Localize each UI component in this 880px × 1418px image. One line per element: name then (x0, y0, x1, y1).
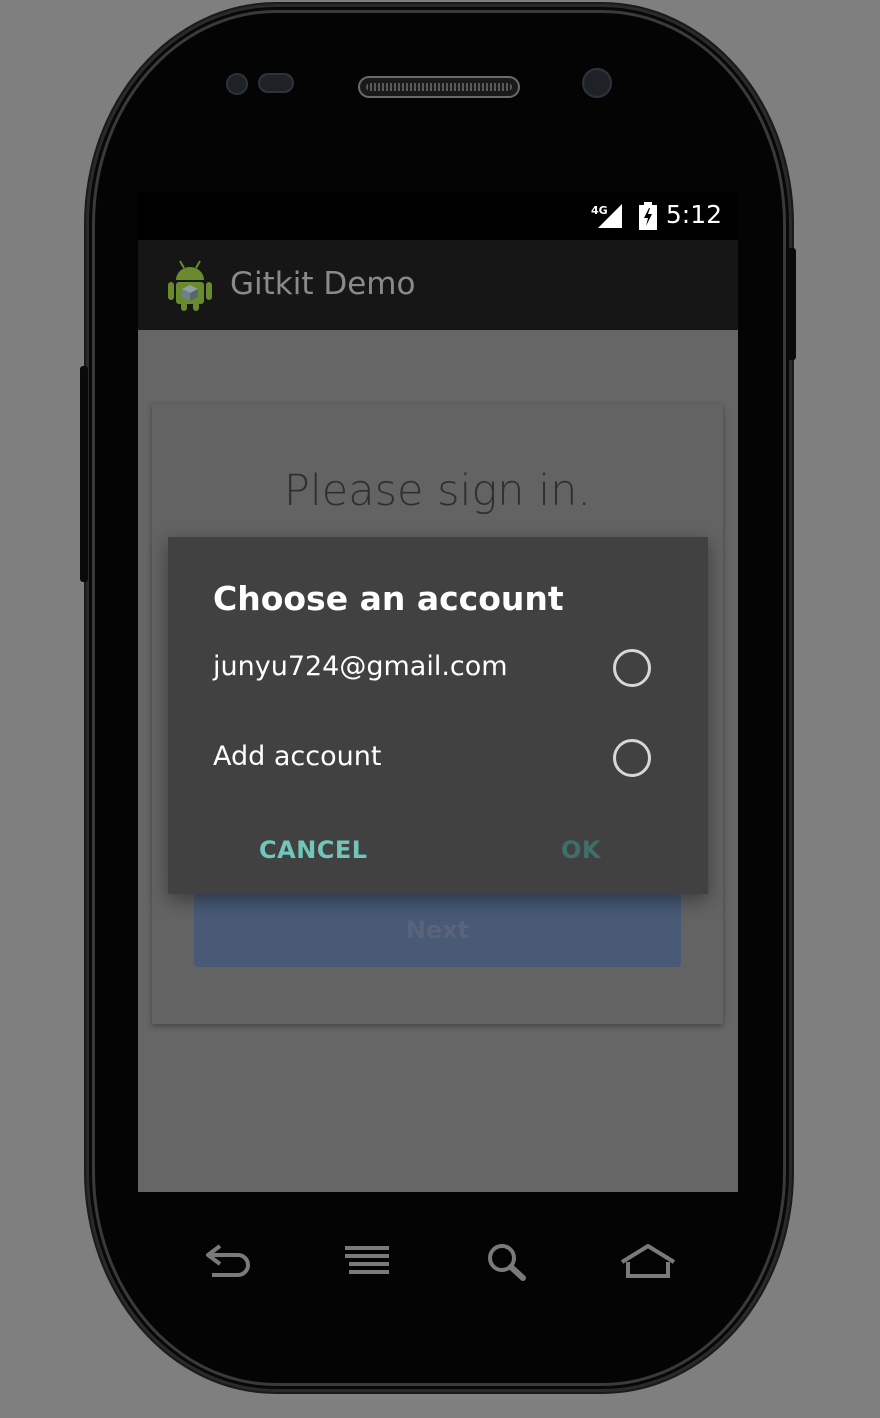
sign-in-heading: Please sign in. (283, 466, 592, 516)
action-bar: Gitkit Demo (138, 240, 738, 330)
android-robot-icon (168, 260, 212, 311)
power-button (788, 248, 796, 360)
proximity-sensor (258, 73, 294, 93)
front-camera (582, 68, 612, 98)
earpiece-speaker (358, 76, 520, 98)
screen: 4G 5:12 Gitkit Demo Please sign in. Next (138, 192, 738, 1192)
volume-button (80, 366, 88, 582)
battery-icon (639, 202, 657, 230)
status-bar: 4G 5:12 (138, 192, 738, 240)
add-account-option-label: Add account (213, 741, 382, 772)
next-button[interactable]: Next (194, 894, 681, 967)
menu-icon[interactable] (343, 1240, 393, 1284)
app-title: Gitkit Demo (230, 266, 416, 302)
home-icon[interactable] (618, 1240, 678, 1284)
dialog-title: Choose an account (213, 579, 564, 618)
cancel-button[interactable]: CANCEL (259, 836, 368, 864)
signal-icon: 4G (591, 204, 622, 228)
add-account-radio-button[interactable] (613, 739, 651, 777)
search-icon[interactable] (484, 1240, 534, 1284)
back-icon[interactable] (202, 1240, 252, 1284)
choose-account-dialog: Choose an account junyu724@gmail.com Add… (168, 537, 708, 894)
ok-button[interactable]: OK (561, 836, 601, 864)
status-time: 5:12 (665, 200, 722, 229)
account-radio-button[interactable] (613, 649, 651, 687)
account-option-label: junyu724@gmail.com (213, 651, 508, 682)
front-sensor (226, 73, 248, 95)
network-type-label: 4G (591, 204, 608, 217)
